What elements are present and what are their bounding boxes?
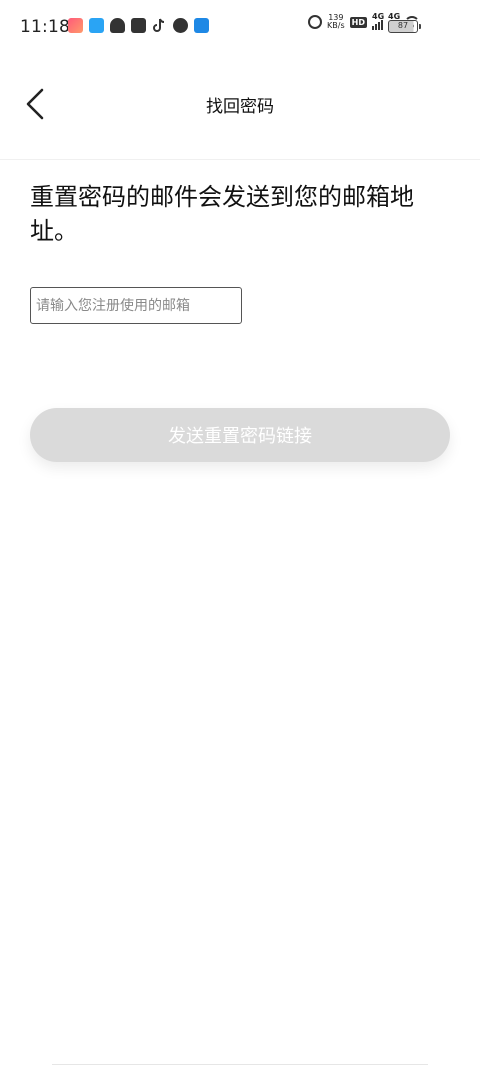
qq-icon bbox=[110, 18, 125, 33]
notification-icons bbox=[68, 18, 209, 33]
alarm-icon bbox=[308, 15, 323, 29]
app-notification-icon bbox=[194, 18, 209, 33]
status-bar: 11:18 139 KB/s HD 4G 4G 87 bbox=[0, 0, 480, 52]
app-notification-icon bbox=[68, 18, 83, 33]
instruction-text: 重置密码的邮件会发送到您的邮箱地址。 bbox=[30, 183, 414, 245]
tiktok-icon bbox=[152, 18, 167, 33]
app-header: 找回密码 bbox=[0, 52, 480, 160]
signal-icon-sim1: 4G bbox=[372, 12, 385, 30]
battery-icon: 87 bbox=[388, 20, 421, 33]
message-icon bbox=[131, 18, 146, 33]
app-notification-icon bbox=[173, 18, 188, 33]
hd-icon: HD bbox=[349, 16, 367, 28]
email-input[interactable] bbox=[30, 287, 242, 324]
send-reset-link-button[interactable]: 发送重置密码链接 bbox=[30, 408, 450, 462]
status-time: 11:18 bbox=[20, 17, 70, 37]
net-speed-unit: KB/s bbox=[327, 21, 345, 30]
page-title: 找回密码 bbox=[206, 97, 274, 117]
app-notification-icon bbox=[89, 18, 104, 33]
network-speed: 139 KB/s bbox=[327, 14, 345, 30]
sim1-label: 4G bbox=[372, 12, 385, 21]
